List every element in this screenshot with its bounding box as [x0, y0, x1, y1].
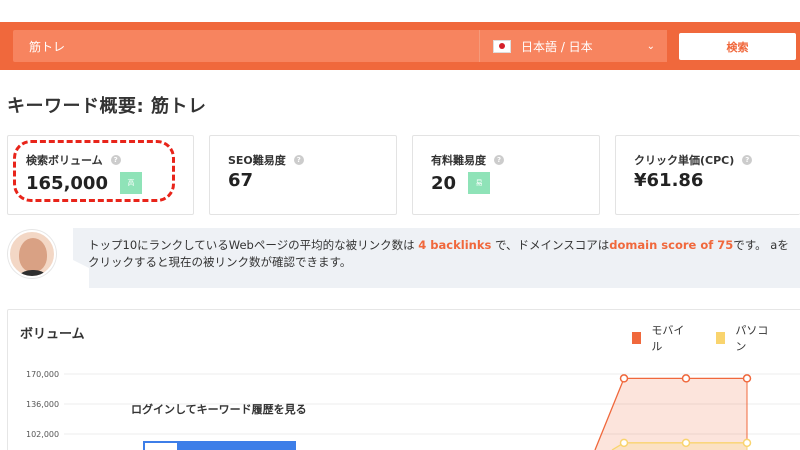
volume-chart-title: ボリューム: [20, 327, 85, 342]
data-point[interactable]: [681, 438, 691, 448]
series-area: [612, 442, 747, 450]
data-point[interactable]: [742, 374, 752, 383]
japan-flag-icon: [493, 39, 511, 53]
backlinks-link[interactable]: 4 backlinks: [418, 238, 491, 252]
paid-difficulty-label: 有料難易度: [431, 154, 486, 167]
help-icon[interactable]: ?: [742, 155, 753, 165]
search-button[interactable]: 検索: [679, 33, 796, 60]
help-icon[interactable]: ?: [293, 155, 304, 165]
data-point[interactable]: [619, 374, 629, 383]
difficulty-level-badge: 易: [468, 172, 491, 194]
seo-difficulty-label: SEO難易度: [228, 154, 286, 167]
red-dashed-highlight: [13, 140, 175, 202]
cpc-label: クリック単価(CPC): [634, 154, 735, 167]
legend-swatch-mobile: [632, 332, 642, 344]
y-tick-label: 136,000: [26, 400, 59, 409]
data-point[interactable]: [681, 374, 691, 383]
seo-difficulty-card: SEO難易度? 67: [209, 135, 397, 215]
paid-difficulty-value: 20: [431, 172, 457, 194]
page-title: キーワード概要: 筋トレ: [7, 96, 207, 117]
seo-difficulty-value: 67: [228, 170, 254, 191]
y-tick-label: 102,000: [26, 430, 59, 439]
domain-score-link[interactable]: domain score of 75: [609, 238, 733, 252]
legend-swatch-desktop: [716, 332, 726, 344]
data-point[interactable]: [619, 438, 629, 448]
y-tick-label: 170,000: [26, 370, 59, 379]
tip-text: トップ10にランクしているWebページの平均的な被リンク数は 4 backlin…: [88, 238, 789, 269]
chevron-down-icon: ⌄: [646, 40, 655, 52]
paid-difficulty-card: 有料難易度? 20 易: [412, 135, 600, 215]
login-prompt: ログインしてキーワード履歴を見る: [131, 403, 307, 416]
language-label: 日本語 / 日本: [521, 39, 593, 54]
avatar: [8, 230, 56, 278]
data-point[interactable]: [742, 438, 752, 448]
keyword-search-input[interactable]: [13, 30, 479, 62]
cpc-value: ¥61.86: [634, 170, 704, 191]
series-area: [595, 378, 747, 450]
language-select[interactable]: 日本語 / 日本 ⌄: [479, 30, 667, 62]
volume-chart: 170,000 136,000 102,000: [26, 370, 800, 450]
cpc-card: クリック単価(CPC)? ¥61.86: [615, 135, 800, 215]
login-button[interactable]: [143, 441, 296, 450]
help-icon[interactable]: ?: [494, 155, 504, 165]
